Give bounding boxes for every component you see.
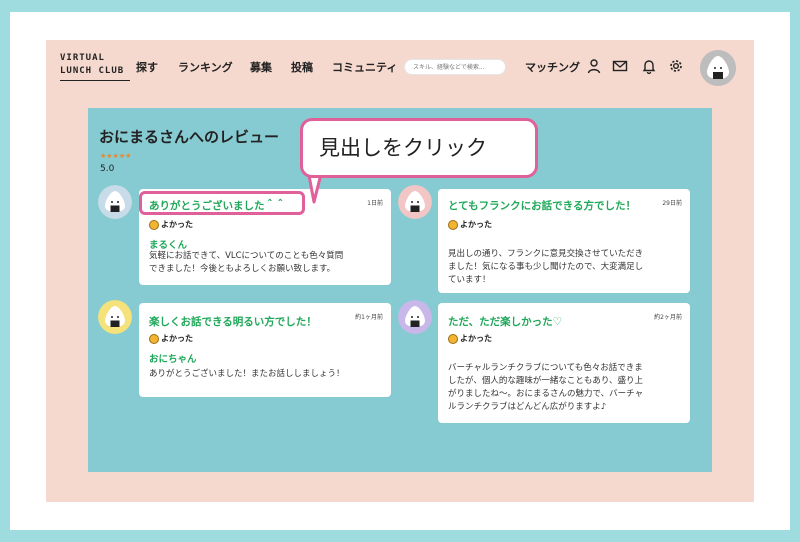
- review-time: 約2ヶ月前: [654, 314, 682, 321]
- review-card: とてもフランクにお話できる方でした！ 29日前 よかった 見出しの通り、フランク…: [438, 189, 690, 293]
- reviewer-avatar[interactable]: [98, 185, 132, 219]
- nav-search[interactable]: 探す: [136, 59, 158, 75]
- callout-text: 見出しをクリック: [319, 136, 487, 160]
- review-rating: よかった: [448, 333, 492, 344]
- review-body-line: ました！気になる事も少し聞けたので、大変満足し: [448, 262, 644, 272]
- review-time: 29日前: [662, 200, 682, 207]
- onigiri-avatar-icon: [398, 185, 432, 219]
- review-rating-label: よかった: [161, 220, 193, 229]
- review-rating-label: よかった: [460, 220, 492, 229]
- user-icon[interactable]: [586, 58, 602, 74]
- review-body-line: ルランチクラブはどんどん広がりますよ♪: [448, 402, 607, 412]
- bell-icon[interactable]: [641, 58, 657, 74]
- rating-score: 5.0: [100, 164, 115, 174]
- review-title[interactable]: とてもフランクにお話できる方でした！: [448, 198, 636, 213]
- review-title[interactable]: 楽しくお話できる明るい方でした！: [149, 314, 317, 329]
- reviewer-name[interactable]: おにちゃん: [149, 351, 197, 365]
- review-time: 約1ヶ月前: [355, 314, 383, 321]
- reviewer-avatar[interactable]: [98, 300, 132, 334]
- review-rating-label: よかった: [460, 334, 492, 343]
- review-body-line: できました！今後ともよろしくお願い致します。: [149, 264, 336, 274]
- site-logo[interactable]: VIRTUAL LUNCH CLUB: [60, 52, 130, 81]
- smile-icon: [448, 219, 458, 230]
- profile-avatar[interactable]: [700, 50, 736, 86]
- gear-icon[interactable]: [668, 58, 684, 74]
- review-body-line: バーチャルランチクラブについても色々お話できま: [448, 363, 643, 373]
- search-input[interactable]: スキル、経験などで検索...: [404, 59, 506, 75]
- review-time: 1日前: [367, 200, 383, 207]
- review-card: 楽しくお話できる明るい方でした！ 約1ヶ月前 よかった おにちゃん ありがとうご…: [139, 303, 391, 397]
- review-body-line: がりましたね〜。おにまるさんの魅力で、バーチャ: [448, 389, 644, 399]
- review-body-line: ています！: [448, 275, 491, 285]
- onigiri-avatar-icon: [398, 300, 432, 334]
- reviewer-avatar[interactable]: [398, 185, 432, 219]
- review-body: 見出しの通り、フランクに意見交換させていただき ました！気になる事も少し聞けたの…: [448, 248, 643, 287]
- onigiri-avatar-icon: [700, 50, 736, 86]
- smile-icon: [149, 219, 159, 230]
- nav-recruit[interactable]: 募集: [250, 59, 272, 75]
- title-highlight-box: [139, 191, 305, 215]
- search-placeholder: スキル、経験などで検索...: [413, 64, 485, 71]
- review-body-line: ありがとうございました！またお話ししましょう！: [149, 369, 345, 379]
- page-title: おにまるさんへのレビュー: [99, 128, 280, 146]
- callout-bubble: 見出しをクリック: [300, 118, 538, 178]
- review-rating-label: よかった: [161, 334, 193, 343]
- nav-community[interactable]: コミュニティ: [332, 59, 397, 75]
- reviewer-name[interactable]: まるくん: [149, 237, 187, 251]
- nav-ranking[interactable]: ランキング: [178, 59, 233, 75]
- smile-icon: [448, 333, 458, 344]
- onigiri-avatar-icon: [98, 185, 132, 219]
- reviewer-avatar[interactable]: [398, 300, 432, 334]
- review-body-line: 気軽にお話できて、VLCについてのことも色々質問: [149, 251, 344, 261]
- review-rating: よかった: [149, 219, 193, 230]
- review-card: ただ、ただ楽しかった♡ 約2ヶ月前 よかった バーチャルランチクラブについても色…: [438, 303, 690, 423]
- logo-line-2: LUNCH CLUB: [60, 65, 130, 81]
- review-body: ありがとうございました！またお話ししましょう！: [149, 368, 345, 381]
- review-title[interactable]: ただ、ただ楽しかった♡: [448, 314, 562, 329]
- onigiri-avatar-icon: [98, 300, 132, 334]
- nav-matching[interactable]: マッチング: [525, 59, 580, 75]
- nav-post[interactable]: 投稿: [291, 59, 313, 75]
- review-body: 気軽にお話できて、VLCについてのことも色々質問 できました！今後ともよろしくお…: [149, 250, 343, 276]
- logo-line-1: VIRTUAL: [60, 53, 105, 63]
- mail-icon[interactable]: [612, 58, 628, 74]
- smile-icon: [149, 333, 159, 344]
- review-body-line: 見出しの通り、フランクに意見交換させていただき: [448, 249, 644, 259]
- review-rating: よかった: [149, 333, 193, 344]
- review-body: バーチャルランチクラブについても色々お話できま したが、個人的な趣味が一緒なこと…: [448, 362, 643, 414]
- review-body-line: したが、個人的な趣味が一緒なこともあり、盛り上: [448, 376, 643, 386]
- review-rating: よかった: [448, 219, 492, 230]
- star-rating: ★★★★★: [100, 152, 132, 160]
